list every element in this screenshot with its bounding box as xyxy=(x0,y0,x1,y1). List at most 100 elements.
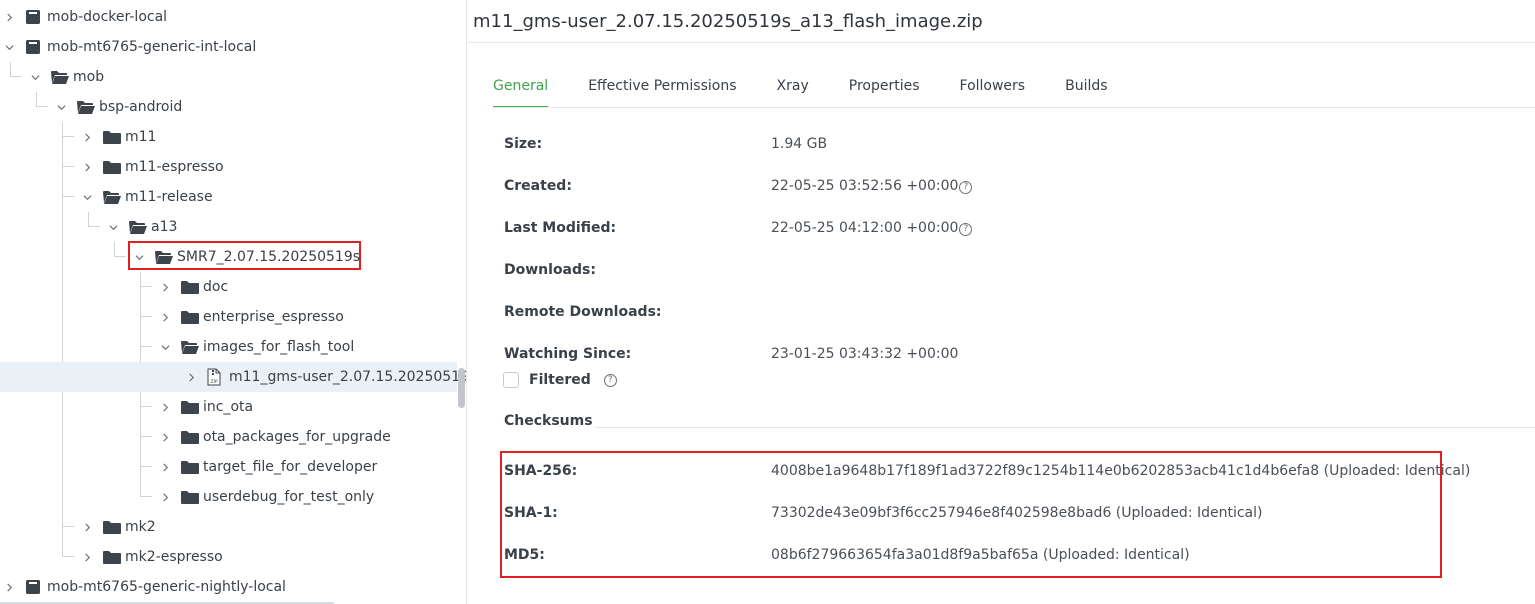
chevron-down-icon[interactable] xyxy=(2,40,16,54)
help-icon[interactable]: ? xyxy=(603,373,617,387)
tabs-divider xyxy=(493,107,1535,108)
svg-text:ZIP: ZIP xyxy=(210,379,217,385)
tree-row[interactable]: images_for_flash_tool xyxy=(0,332,457,362)
tree-node[interactable]: mob-mt6765-generic-nightly-local xyxy=(2,572,286,602)
tree-row[interactable]: ZIP m11_gms-user_2.07.15.20250519s_ xyxy=(0,362,467,392)
help-icon[interactable]: ? xyxy=(959,223,973,236)
property-label: Watching Since: xyxy=(504,346,632,362)
filtered-checkbox[interactable] xyxy=(503,372,519,388)
title-divider xyxy=(467,42,1535,43)
tree-item-label: m11-release xyxy=(125,189,213,205)
filtered-label: Filtered xyxy=(529,372,591,388)
chevron-right-icon[interactable] xyxy=(80,160,94,174)
tree-node[interactable]: mob-docker-local xyxy=(2,2,167,32)
chevron-right-icon[interactable] xyxy=(158,460,172,474)
tree-node[interactable]: m11 xyxy=(80,122,156,152)
tree-item-label: mob xyxy=(73,69,105,85)
folder-icon xyxy=(181,280,199,294)
tree-row[interactable]: a13 xyxy=(0,212,457,242)
tree-row[interactable]: m11 xyxy=(0,122,457,152)
chevron-right-icon[interactable] xyxy=(2,580,16,594)
property-value: 23-01-25 03:43:32 +00:00 xyxy=(771,346,959,362)
tree-item-label: bsp-android xyxy=(99,99,183,115)
tree-item-label: m11-espresso xyxy=(125,159,224,175)
tree-scrollbar[interactable] xyxy=(458,368,465,408)
tree-node[interactable]: enterprise_espresso xyxy=(158,302,344,332)
tree-node[interactable]: m11-release xyxy=(80,182,213,212)
tree-node[interactable]: mob xyxy=(28,62,104,92)
tree-node[interactable]: m11-espresso xyxy=(80,152,224,182)
tab-builds[interactable]: Builds xyxy=(1065,78,1107,108)
tree-node[interactable]: mob-mt6765-generic-int-local xyxy=(2,32,256,62)
chevron-right-icon[interactable] xyxy=(158,400,172,414)
tree-node[interactable]: a13 xyxy=(106,212,177,242)
tree-item-label: m11 xyxy=(125,129,157,145)
tab-properties[interactable]: Properties xyxy=(849,78,920,108)
chevron-right-icon[interactable] xyxy=(184,370,198,384)
tree-row[interactable]: enterprise_espresso xyxy=(0,302,457,332)
tree-node[interactable]: bsp-android xyxy=(54,92,182,122)
chevron-right-icon[interactable] xyxy=(158,310,172,324)
property-value: 1.94 GB xyxy=(771,136,828,152)
tree-row[interactable]: m11-release xyxy=(0,182,457,212)
chevron-right-icon[interactable] xyxy=(80,520,94,534)
tree-row[interactable]: mob xyxy=(0,62,457,92)
tab-effective-permissions[interactable]: Effective Permissions xyxy=(588,78,736,108)
tree-item-label: m11_gms-user_2.07.15.20250519s_ xyxy=(229,369,467,385)
folder-icon xyxy=(103,160,121,174)
property-value-wrap: 22-05-25 04:12:00 +00:00? xyxy=(771,220,973,236)
tree-row[interactable]: m11-espresso xyxy=(0,152,457,182)
tree-node[interactable]: ota_packages_for_upgrade xyxy=(158,422,391,452)
tree-row[interactable]: mk2-espresso xyxy=(0,542,457,572)
tree-node[interactable]: images_for_flash_tool xyxy=(158,332,354,362)
tree-node[interactable]: inc_ota xyxy=(158,392,253,422)
folder-open-icon xyxy=(51,70,69,84)
tab-followers[interactable]: Followers xyxy=(960,78,1026,108)
tree-item-label: inc_ota xyxy=(203,399,254,415)
tree-item-label: target_file_for_developer xyxy=(203,459,378,475)
chevron-right-icon[interactable] xyxy=(158,430,172,444)
tree-row[interactable]: doc xyxy=(0,272,457,302)
tree-node[interactable]: target_file_for_developer xyxy=(158,452,377,482)
folder-open-icon xyxy=(77,100,95,114)
folder-icon xyxy=(103,520,121,534)
tree-item-label: mob-mt6765-generic-nightly-local xyxy=(47,579,286,595)
tree-node[interactable]: mk2 xyxy=(80,512,156,542)
help-icon[interactable]: ? xyxy=(959,181,973,194)
folder-open-icon xyxy=(103,190,121,204)
zip-file-icon: ZIP xyxy=(207,368,223,386)
chevron-right-icon[interactable] xyxy=(2,10,16,24)
highlight-box-folder xyxy=(128,241,361,270)
tree-row[interactable]: ota_packages_for_upgrade xyxy=(0,422,457,452)
tab-general[interactable]: General xyxy=(493,78,549,108)
tree-row[interactable]: mk2 xyxy=(0,512,457,542)
folder-icon xyxy=(181,460,199,474)
tree-row[interactable]: mob-mt6765-generic-nightly-local xyxy=(0,572,457,602)
chevron-right-icon[interactable] xyxy=(80,130,94,144)
tree-row[interactable]: mob-mt6765-generic-int-local xyxy=(0,32,457,62)
tree-row[interactable]: userdebug_for_test_only xyxy=(0,482,457,512)
chevron-right-icon[interactable] xyxy=(158,490,172,504)
tab-xray[interactable]: Xray xyxy=(777,78,809,108)
folder-icon xyxy=(103,550,121,564)
tree-node[interactable]: ZIP m11_gms-user_2.07.15.20250519s_ xyxy=(184,362,467,392)
chevron-down-icon[interactable] xyxy=(158,340,172,354)
tree-item-label: mob-mt6765-generic-int-local xyxy=(47,39,257,55)
tree-row[interactable]: target_file_for_developer xyxy=(0,452,457,482)
repository-icon xyxy=(25,9,41,25)
chevron-right-icon[interactable] xyxy=(80,550,94,564)
tree-node[interactable]: mk2-espresso xyxy=(80,542,223,572)
tree-node[interactable]: doc xyxy=(158,272,228,302)
property-label: Downloads: xyxy=(504,262,596,278)
tree-node[interactable]: userdebug_for_test_only xyxy=(158,482,374,512)
chevron-down-icon[interactable] xyxy=(54,100,68,114)
tree-item-label: enterprise_espresso xyxy=(203,309,344,325)
chevron-down-icon[interactable] xyxy=(80,190,94,204)
chevron-right-icon[interactable] xyxy=(158,280,172,294)
tree-row[interactable]: inc_ota xyxy=(0,392,457,422)
tree-row[interactable]: mob-docker-local xyxy=(0,2,457,32)
tree-row[interactable]: bsp-android xyxy=(0,92,457,122)
repository-icon xyxy=(25,579,41,595)
chevron-down-icon[interactable] xyxy=(106,220,120,234)
chevron-down-icon[interactable] xyxy=(28,70,42,84)
